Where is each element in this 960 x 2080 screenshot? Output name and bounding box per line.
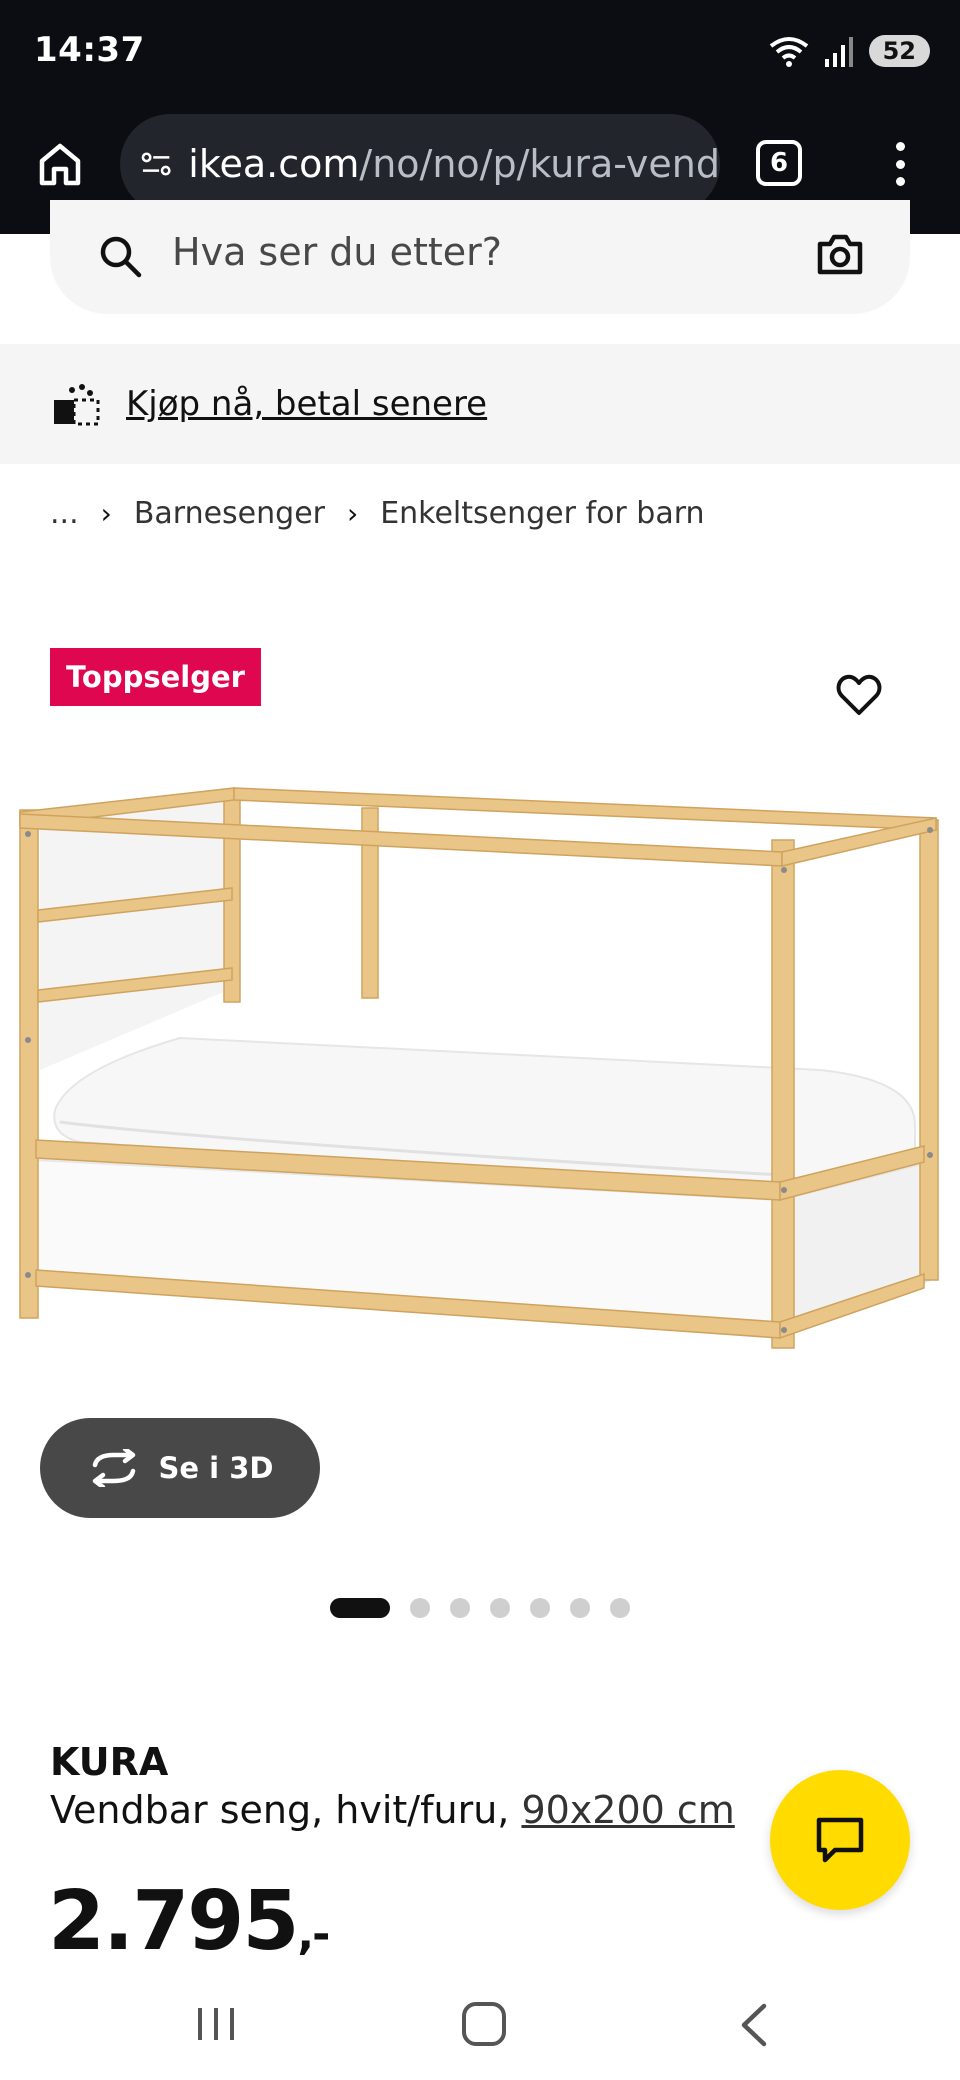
browser-home-button[interactable] <box>32 136 88 192</box>
bnpl-icon <box>54 384 100 426</box>
chat-button[interactable] <box>770 1770 910 1910</box>
nav-recent-icon[interactable] <box>196 2004 236 2044</box>
bnpl-banner: Kjøp nå, betal senere <box>0 344 960 464</box>
heart-icon <box>836 674 882 715</box>
search-input[interactable]: Hva ser du etter? <box>50 200 910 314</box>
carousel-dot-1[interactable] <box>330 1598 390 1618</box>
nav-home-icon[interactable] <box>462 2002 506 2046</box>
search-placeholder: Hva ser du etter? <box>172 230 502 274</box>
chevron-right-icon: › <box>347 497 359 530</box>
top-seller-badge: Toppselger <box>50 648 261 706</box>
chat-icon <box>816 1817 864 1863</box>
wishlist-button[interactable] <box>836 674 886 724</box>
product-description-text: Vendbar seng, hvit/furu, <box>50 1788 522 1832</box>
product-price: 2.795,- <box>48 1874 330 1969</box>
product-size-link[interactable]: 90x200 cm <box>521 1788 734 1832</box>
carousel-indicator <box>330 1598 630 1618</box>
product-description: Vendbar seng, hvit/furu, 90x200 cm <box>50 1788 735 1832</box>
tab-count: 6 <box>769 148 789 178</box>
bnpl-link[interactable]: Kjøp nå, betal senere <box>126 384 487 424</box>
url-domain: ikea.com <box>188 142 360 186</box>
carousel-dot-5[interactable] <box>530 1598 550 1618</box>
chevron-right-icon: › <box>100 497 112 530</box>
product-name: KURA <box>50 1740 169 1784</box>
breadcrumb-ellipsis[interactable]: ... <box>50 496 79 531</box>
nav-back-icon[interactable] <box>736 2002 770 2048</box>
carousel-dot-2[interactable] <box>410 1598 430 1618</box>
status-time: 14:37 <box>34 30 145 70</box>
site-settings-icon[interactable] <box>140 146 172 182</box>
home-icon <box>39 143 81 186</box>
search-icon <box>100 236 142 278</box>
url-path: /no/no/p/kura-vend <box>359 142 720 186</box>
status-bar: 14:37 52 <box>0 0 960 106</box>
breadcrumb: ... › Barnesenger › Enkeltsenger for bar… <box>50 496 705 531</box>
address-bar[interactable]: ikea.com/no/no/p/kura-vend <box>120 114 720 214</box>
breadcrumb-item-barnesenger[interactable]: Barnesenger <box>134 496 325 531</box>
overflow-menu-icon[interactable] <box>880 136 920 192</box>
tabs-button[interactable]: 6 <box>756 140 802 186</box>
rotate-3d-icon <box>92 1449 135 1487</box>
battery-indicator: 52 <box>868 35 930 67</box>
status-icons: 52 <box>767 34 930 68</box>
product-image[interactable] <box>0 770 960 1390</box>
carousel-dot-6[interactable] <box>570 1598 590 1618</box>
view-3d-label: Se i 3D <box>158 1451 274 1485</box>
breadcrumb-item-enkeltsenger[interactable]: Enkeltsenger for barn <box>380 496 704 531</box>
carousel-dot-3[interactable] <box>450 1598 470 1618</box>
view-3d-button[interactable]: Se i 3D <box>40 1418 320 1518</box>
url-text: ikea.com/no/no/p/kura-vend <box>188 142 720 186</box>
wifi-icon <box>769 37 808 67</box>
signal-icon <box>824 37 853 67</box>
camera-icon[interactable] <box>816 234 864 276</box>
carousel-dot-4[interactable] <box>490 1598 510 1618</box>
system-nav-bar <box>0 1970 960 2080</box>
price-value: 2.795 <box>48 1874 299 1969</box>
price-suffix: ,- <box>297 1909 330 1960</box>
carousel-dot-7[interactable] <box>610 1598 630 1618</box>
